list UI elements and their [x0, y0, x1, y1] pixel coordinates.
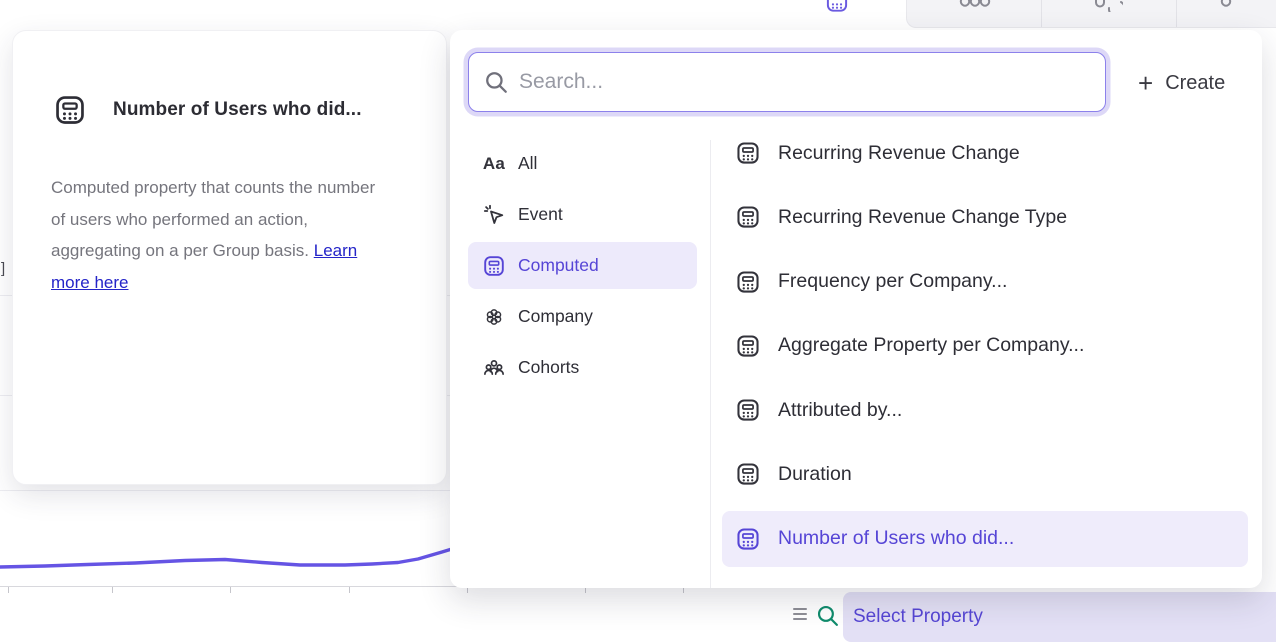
clipped-text-fragment: ]: [1, 260, 5, 277]
plus-icon: +: [1138, 68, 1153, 98]
circle-tab-icon[interactable]: [1220, 0, 1232, 8]
event-cursor-icon: [482, 203, 506, 227]
property-item[interactable]: Number of Users who did...: [722, 511, 1248, 567]
calculator-icon: [735, 269, 761, 295]
app-root: ]: [0, 0, 1276, 642]
property-picker-panel: + Create Aa All Event Computed Company: [450, 30, 1262, 588]
search-input[interactable]: [468, 52, 1106, 112]
query-builder-row: Select Property: [711, 588, 1276, 642]
tab-metrics[interactable]: [768, 0, 906, 28]
axis-tick: [230, 587, 231, 593]
axis-tick: [349, 587, 350, 593]
metrics-tab-icon: [824, 0, 850, 14]
calculator-icon: [735, 397, 761, 423]
property-tooltip-card: Number of Users who did... Computed prop…: [12, 30, 447, 485]
x-axis-labels: [0, 595, 711, 617]
inactive-tabs: [906, 0, 1276, 28]
retention-curve-tab-icon[interactable]: [1093, 0, 1123, 12]
property-list: Recurring Revenue Change Recurring Reven…: [722, 125, 1248, 575]
select-property-button[interactable]: Select Property: [843, 592, 1276, 642]
tooltip-title: Number of Users who did...: [113, 99, 362, 121]
cohorts-people-icon: [482, 356, 506, 380]
calculator-icon: [482, 254, 506, 278]
axis-tick: [8, 587, 9, 593]
bar-chart-tab-icon[interactable]: [959, 0, 991, 10]
property-item[interactable]: Frequency per Company...: [722, 254, 1248, 310]
property-item[interactable]: Recurring Revenue Change: [722, 125, 1248, 181]
category-item[interactable]: Event: [468, 191, 697, 238]
category-item[interactable]: Company: [468, 293, 697, 340]
company-flower-icon: [482, 305, 506, 329]
property-item[interactable]: Duration: [722, 446, 1248, 502]
category-item[interactable]: Computed: [468, 242, 697, 289]
drag-handle-icon[interactable]: [793, 608, 807, 620]
calculator-icon: [735, 140, 761, 166]
calculator-icon: [735, 204, 761, 230]
text-format-icon: Aa: [482, 152, 506, 176]
create-button[interactable]: + Create: [1138, 66, 1225, 100]
category-list: Aa All Event Computed Company Cohorts: [468, 140, 697, 395]
chart-type-tabbar: [768, 0, 1276, 28]
category-item[interactable]: Aa All: [468, 140, 697, 187]
calculator-icon: [735, 526, 761, 552]
property-search-icon: [815, 603, 840, 628]
panel-divider: [710, 140, 711, 588]
tab-divider: [1041, 0, 1042, 28]
calculator-icon: [735, 461, 761, 487]
tab-divider: [1176, 0, 1177, 28]
property-item[interactable]: Aggregate Property per Company...: [722, 318, 1248, 374]
category-item[interactable]: Cohorts: [468, 344, 697, 391]
property-item[interactable]: Attributed by...: [722, 382, 1248, 438]
calculator-icon: [735, 333, 761, 359]
calculator-icon: [53, 93, 87, 127]
axis-tick: [112, 587, 113, 593]
property-item[interactable]: Recurring Revenue Change Type: [722, 189, 1248, 245]
tooltip-description: Computed property that counts the number…: [51, 172, 391, 298]
